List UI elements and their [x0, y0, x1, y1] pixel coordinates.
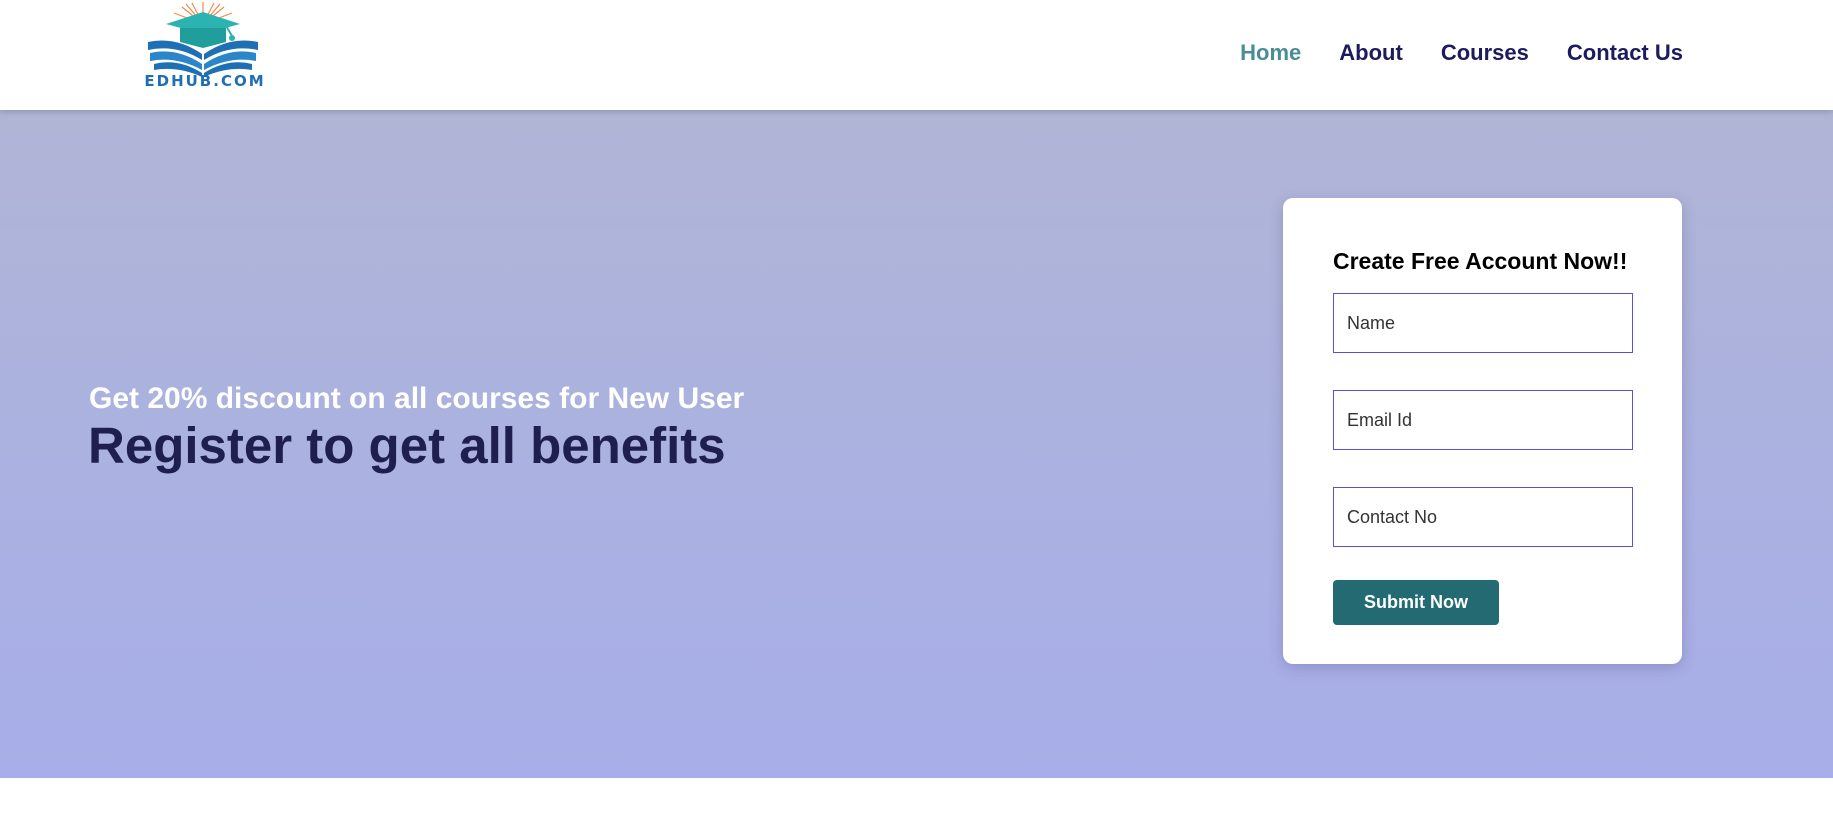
signup-form-card: Create Free Account Now!! Submit Now: [1283, 198, 1682, 664]
main-nav: Home About Courses Contact Us: [1240, 40, 1683, 66]
nav-contact-us-link[interactable]: Contact Us: [1567, 40, 1683, 66]
hero-title: Register to get all benefits: [88, 417, 726, 474]
submit-now-button[interactable]: Submit Now: [1333, 580, 1499, 625]
name-input[interactable]: [1333, 293, 1633, 353]
hero-section: Get 20% discount on all courses for New …: [0, 110, 1833, 778]
form-title: Create Free Account Now!!: [1333, 248, 1628, 274]
top-navbar: EDHUB.COM Home About Courses Contact Us: [0, 0, 1833, 110]
contact-number-input[interactable]: [1333, 487, 1633, 547]
brand-logo[interactable]: EDHUB.COM: [120, 0, 286, 92]
nav-home-link[interactable]: Home: [1240, 40, 1301, 66]
nav-courses-link[interactable]: Courses: [1441, 40, 1529, 66]
hero-discount-subtitle: Get 20% discount on all courses for New …: [89, 382, 745, 415]
nav-about-link[interactable]: About: [1339, 40, 1403, 66]
brand-name: EDHUB.COM: [144, 72, 266, 90]
email-input[interactable]: [1333, 390, 1633, 450]
